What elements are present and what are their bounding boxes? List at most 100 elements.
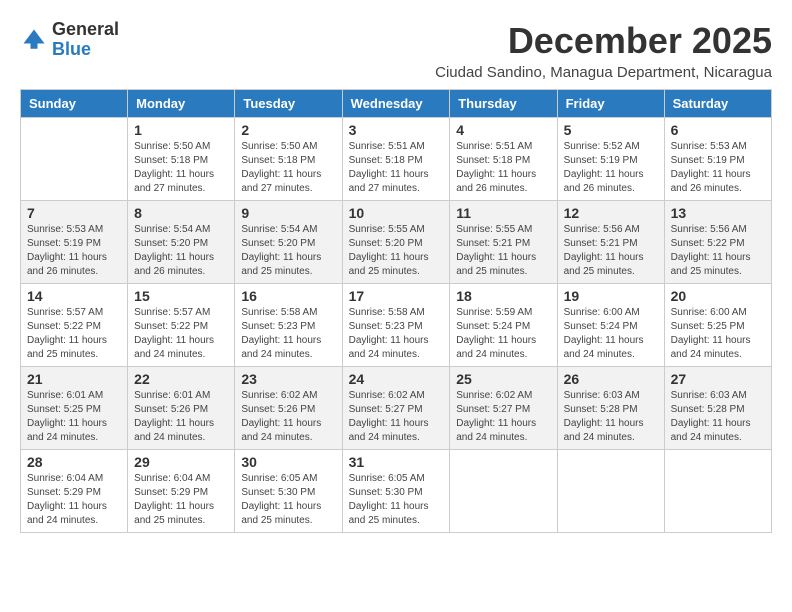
- day-number: 4: [456, 122, 550, 138]
- day-number: 25: [456, 371, 550, 387]
- day-info: Sunrise: 5:51 AM Sunset: 5:18 PM Dayligh…: [349, 140, 444, 196]
- day-info: Sunrise: 5:54 AM Sunset: 5:20 PM Dayligh…: [134, 223, 228, 279]
- day-info: Sunrise: 5:57 AM Sunset: 5:22 PM Dayligh…: [27, 306, 121, 362]
- calendar-cell: 6Sunrise: 5:53 AM Sunset: 5:19 PM Daylig…: [664, 118, 771, 201]
- day-number: 29: [134, 454, 228, 470]
- day-number: 27: [671, 371, 765, 387]
- weekday-header: Thursday: [450, 90, 557, 118]
- calendar-header-row: SundayMondayTuesdayWednesdayThursdayFrid…: [21, 90, 772, 118]
- day-number: 1: [134, 122, 228, 138]
- calendar-cell: 29 Sunrise: 6:04 AM Sunset: 5:29 PM Dayli…: [128, 450, 235, 533]
- calendar-cell: 31 Sunrise: 6:05 AM Sunset: 5:30 PM Dayli…: [342, 450, 450, 533]
- day-info: Sunrise: 5:50 AM Sunset: 5:18 PM Dayligh…: [241, 140, 335, 196]
- calendar-cell: 9 Sunrise: 5:54 AM Sunset: 5:20 PM Daylig…: [235, 201, 342, 284]
- day-number: 9: [241, 205, 335, 221]
- day-info: Sunrise: 6:02 AM Sunset: 5:27 PM Dayligh…: [349, 389, 444, 445]
- day-info: Sunrise: 5:58 AM Sunset: 5:23 PM Dayligh…: [349, 306, 444, 362]
- day-info: Sunrise: 6:01 AM Sunset: 5:26 PM Dayligh…: [134, 389, 228, 445]
- calendar-cell: 20 Sunrise: 6:00 AM Sunset: 5:25 PM Dayli…: [664, 284, 771, 367]
- day-info: Sunrise: 5:53 AM Sunset: 5:19 PM Dayligh…: [27, 223, 121, 279]
- day-number: 5: [564, 122, 658, 138]
- day-number: 30: [241, 454, 335, 470]
- calendar-week-row: 28 Sunrise: 6:04 AM Sunset: 5:29 PM Dayli…: [21, 450, 772, 533]
- calendar-cell: 16 Sunrise: 5:58 AM Sunset: 5:23 PM Dayli…: [235, 284, 342, 367]
- calendar-cell: 8 Sunrise: 5:54 AM Sunset: 5:20 PM Daylig…: [128, 201, 235, 284]
- day-number: 14: [27, 288, 121, 304]
- day-info: Sunrise: 6:02 AM Sunset: 5:26 PM Dayligh…: [241, 389, 335, 445]
- day-info: Sunrise: 5:55 AM Sunset: 5:20 PM Dayligh…: [349, 223, 444, 279]
- calendar-cell: 12 Sunrise: 5:56 AM Sunset: 5:21 PM Dayli…: [557, 201, 664, 284]
- day-info: Sunrise: 6:00 AM Sunset: 5:25 PM Dayligh…: [671, 306, 765, 362]
- calendar-cell: [450, 450, 557, 533]
- calendar-cell: 11Sunrise: 5:55 AM Sunset: 5:21 PM Dayli…: [450, 201, 557, 284]
- day-info: Sunrise: 5:54 AM Sunset: 5:20 PM Dayligh…: [241, 223, 335, 279]
- calendar-cell: 13Sunrise: 5:56 AM Sunset: 5:22 PM Dayli…: [664, 201, 771, 284]
- day-info: Sunrise: 6:03 AM Sunset: 5:28 PM Dayligh…: [671, 389, 765, 445]
- calendar-cell: [21, 118, 128, 201]
- calendar-cell: 26Sunrise: 6:03 AM Sunset: 5:28 PM Dayli…: [557, 367, 664, 450]
- day-number: 26: [564, 371, 658, 387]
- day-info: Sunrise: 5:56 AM Sunset: 5:22 PM Dayligh…: [671, 223, 765, 279]
- weekday-header: Wednesday: [342, 90, 450, 118]
- day-info: Sunrise: 6:05 AM Sunset: 5:30 PM Dayligh…: [349, 472, 444, 528]
- day-info: Sunrise: 6:05 AM Sunset: 5:30 PM Dayligh…: [241, 472, 335, 528]
- calendar-cell: 10 Sunrise: 5:55 AM Sunset: 5:20 PM Dayli…: [342, 201, 450, 284]
- calendar-cell: 2 Sunrise: 5:50 AM Sunset: 5:18 PM Daylig…: [235, 118, 342, 201]
- day-number: 31: [349, 454, 444, 470]
- day-number: 2: [241, 122, 335, 138]
- logo-icon: [20, 26, 48, 54]
- day-number: 12: [564, 205, 658, 221]
- logo: General Blue: [20, 20, 119, 60]
- day-info: Sunrise: 5:58 AM Sunset: 5:23 PM Dayligh…: [241, 306, 335, 362]
- weekday-header: Sunday: [21, 90, 128, 118]
- calendar-week-row: 7 Sunrise: 5:53 AM Sunset: 5:19 PM Daylig…: [21, 201, 772, 284]
- day-info: Sunrise: 5:59 AM Sunset: 5:24 PM Dayligh…: [456, 306, 550, 362]
- day-number: 10: [349, 205, 444, 221]
- day-number: 16: [241, 288, 335, 304]
- calendar-cell: 4 Sunrise: 5:51 AM Sunset: 5:18 PM Daylig…: [450, 118, 557, 201]
- day-number: 18: [456, 288, 550, 304]
- calendar-week-row: 14 Sunrise: 5:57 AM Sunset: 5:22 PM Dayli…: [21, 284, 772, 367]
- day-number: 8: [134, 205, 228, 221]
- day-info: Sunrise: 5:50 AM Sunset: 5:18 PM Dayligh…: [134, 140, 228, 196]
- calendar-table: SundayMondayTuesdayWednesdayThursdayFrid…: [20, 89, 772, 533]
- month-title: December 2025: [435, 20, 772, 62]
- calendar-cell: 7 Sunrise: 5:53 AM Sunset: 5:19 PM Daylig…: [21, 201, 128, 284]
- day-info: Sunrise: 6:00 AM Sunset: 5:24 PM Dayligh…: [564, 306, 658, 362]
- calendar-cell: 28Sunrise: 6:04 AM Sunset: 5:29 PM Dayli…: [21, 450, 128, 533]
- calendar-cell: 14 Sunrise: 5:57 AM Sunset: 5:22 PM Dayli…: [21, 284, 128, 367]
- day-info: Sunrise: 5:56 AM Sunset: 5:21 PM Dayligh…: [564, 223, 658, 279]
- day-number: 7: [27, 205, 121, 221]
- day-info: Sunrise: 5:51 AM Sunset: 5:18 PM Dayligh…: [456, 140, 550, 196]
- calendar-cell: 30 Sunrise: 6:05 AM Sunset: 5:30 PM Dayli…: [235, 450, 342, 533]
- calendar-cell: 21 Sunrise: 6:01 AM Sunset: 5:25 PM Dayli…: [21, 367, 128, 450]
- day-number: 20: [671, 288, 765, 304]
- calendar-cell: 18 Sunrise: 5:59 AM Sunset: 5:24 PM Dayli…: [450, 284, 557, 367]
- day-number: 24: [349, 371, 444, 387]
- calendar-week-row: 1 Sunrise: 5:50 AM Sunset: 5:18 PM Daylig…: [21, 118, 772, 201]
- day-number: 23: [241, 371, 335, 387]
- day-number: 19: [564, 288, 658, 304]
- calendar-cell: [664, 450, 771, 533]
- calendar-cell: 23 Sunrise: 6:02 AM Sunset: 5:26 PM Dayli…: [235, 367, 342, 450]
- day-number: 3: [349, 122, 444, 138]
- day-number: 21: [27, 371, 121, 387]
- day-number: 17: [349, 288, 444, 304]
- title-area: December 2025 Ciudad Sandino, Managua De…: [435, 20, 772, 81]
- calendar-week-row: 21 Sunrise: 6:01 AM Sunset: 5:25 PM Dayli…: [21, 367, 772, 450]
- logo-blue: Blue: [52, 39, 91, 59]
- calendar-cell: 22Sunrise: 6:01 AM Sunset: 5:26 PM Dayli…: [128, 367, 235, 450]
- location-subtitle: Ciudad Sandino, Managua Department, Nica…: [435, 64, 772, 81]
- day-info: Sunrise: 6:01 AM Sunset: 5:25 PM Dayligh…: [27, 389, 121, 445]
- day-number: 11: [456, 205, 550, 221]
- day-number: 15: [134, 288, 228, 304]
- weekday-header: Friday: [557, 90, 664, 118]
- logo-general: General: [52, 19, 119, 39]
- day-info: Sunrise: 5:57 AM Sunset: 5:22 PM Dayligh…: [134, 306, 228, 362]
- calendar-cell: 17 Sunrise: 5:58 AM Sunset: 5:23 PM Dayli…: [342, 284, 450, 367]
- logo-text: General Blue: [52, 20, 119, 60]
- calendar-cell: 25Sunrise: 6:02 AM Sunset: 5:27 PM Dayli…: [450, 367, 557, 450]
- day-info: Sunrise: 6:04 AM Sunset: 5:29 PM Dayligh…: [134, 472, 228, 528]
- calendar-cell: [557, 450, 664, 533]
- day-number: 28: [27, 454, 121, 470]
